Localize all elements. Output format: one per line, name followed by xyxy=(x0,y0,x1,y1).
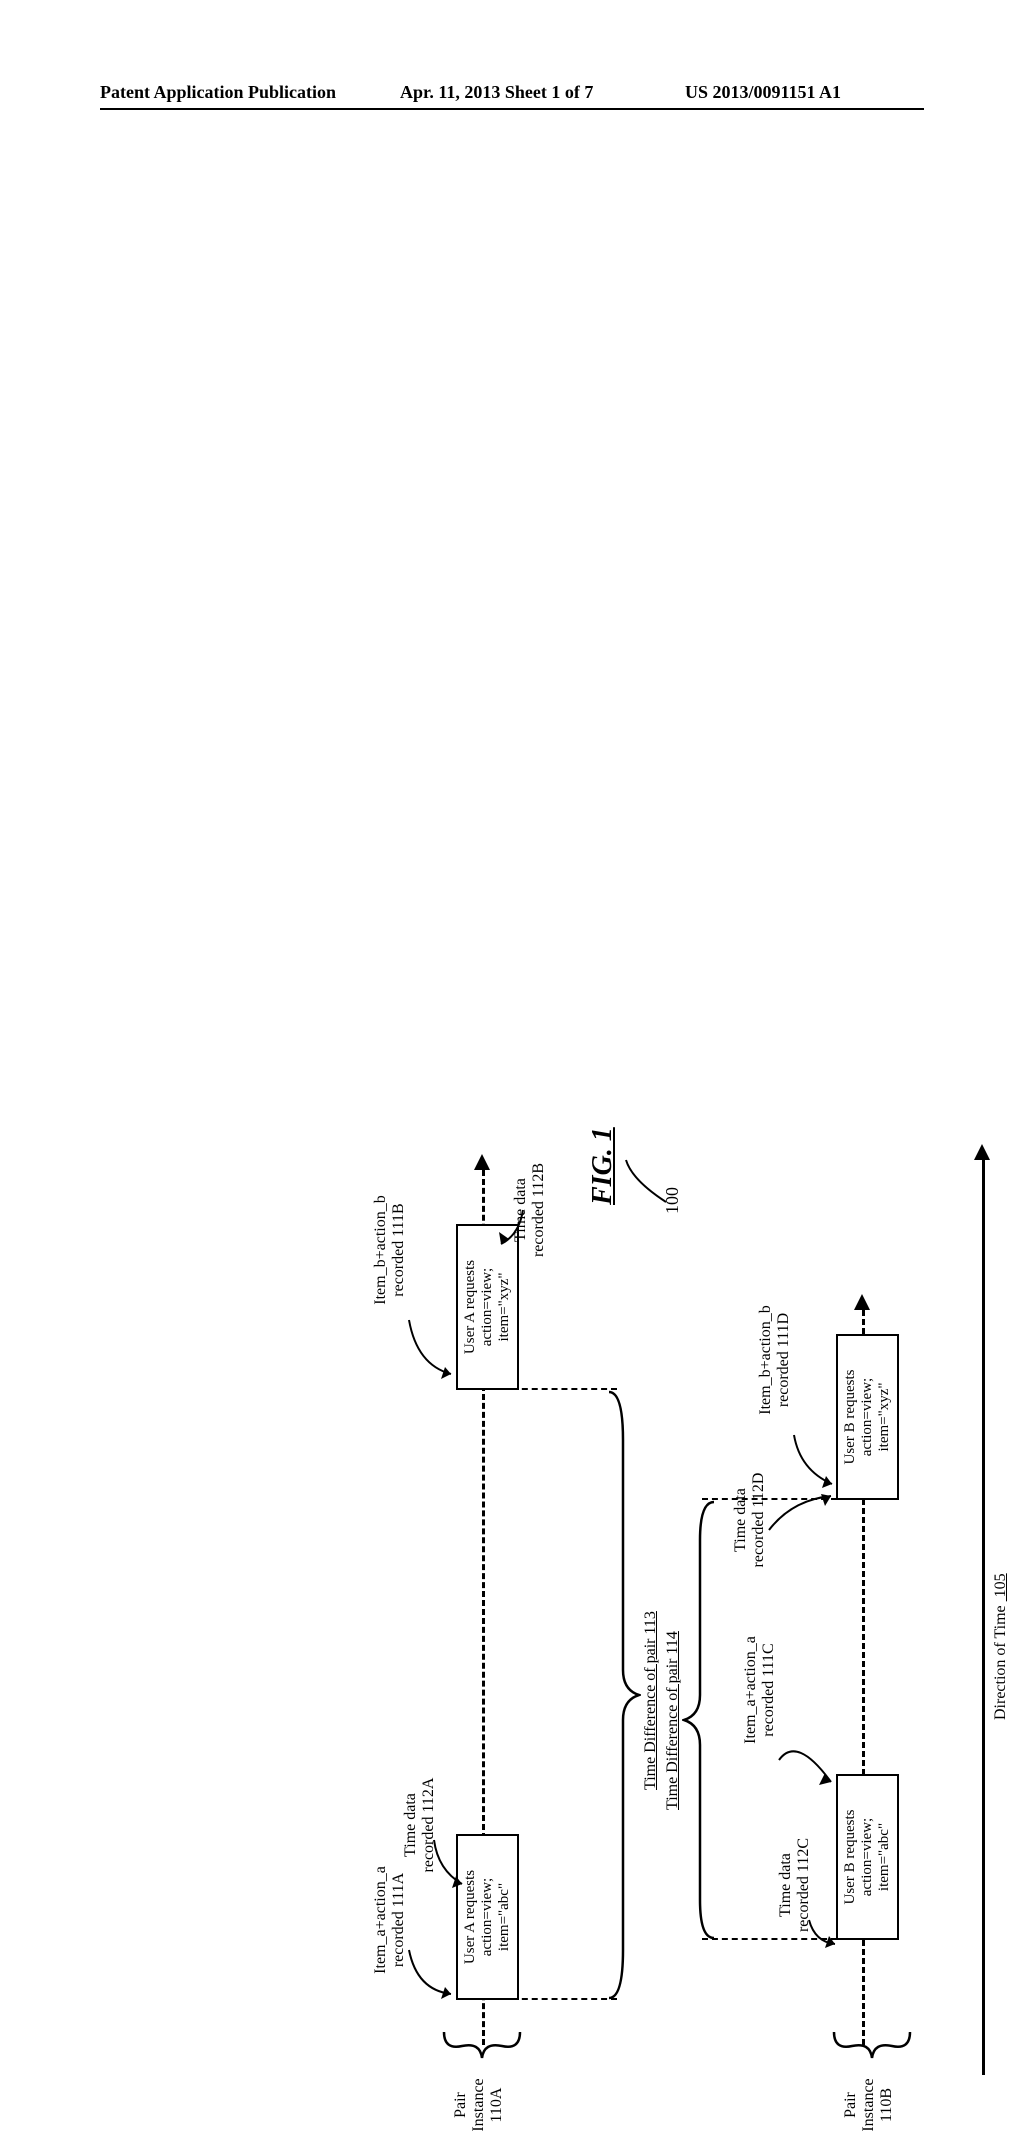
header-right: US 2013/0091151 A1 xyxy=(685,82,841,103)
figure-title: FIG. 1 xyxy=(587,1127,619,1205)
item-label-b-right: Item_b+action_b recorded 111D xyxy=(757,1260,793,1460)
swoop-a-right-item xyxy=(407,1300,457,1380)
swoop-b-left-item xyxy=(777,1730,837,1800)
swoop-a-left-time xyxy=(432,1830,472,1890)
header-rule xyxy=(100,108,924,110)
event-a-right-l1: User A requests xyxy=(462,1232,479,1382)
timeline-a-arrowhead xyxy=(474,1154,490,1170)
timeline-b-arrowhead xyxy=(854,1294,870,1310)
vdrop-b-left xyxy=(702,1938,837,1940)
event-b-left-l2: action=view; item="abc" xyxy=(859,1782,893,1932)
direction-of-time-text: Direction of Time xyxy=(992,1605,1009,1720)
swoop-a-right-time xyxy=(497,1200,527,1250)
event-a-left-l2: action=view; item="abc" xyxy=(479,1842,513,1992)
event-a-right-l2: action=view; item="xyz" xyxy=(479,1232,513,1382)
brace-pair-a xyxy=(442,2030,522,2060)
header-mid: Apr. 11, 2013 Sheet 1 of 7 xyxy=(400,82,593,103)
swoop-a-left-item xyxy=(407,1930,457,2000)
direction-arrow-line xyxy=(982,1160,985,2075)
item-label-b-left: Item_a+action_a recorded 111C xyxy=(742,1590,778,1790)
direction-arrow-head xyxy=(974,1144,990,1160)
item-label-a-right: Item_b+action_b recorded 111B xyxy=(372,1150,408,1350)
pair-b-label: Pair Instance 110B xyxy=(842,2060,896,2150)
page: Patent Application Publication Apr. 11, … xyxy=(0,0,1024,1320)
vdrop-b-right xyxy=(702,1498,837,1500)
vdrop-a-left xyxy=(502,1998,617,2000)
swoop-b-left-time xyxy=(807,1900,842,1950)
event-b-right-l1: User B requests xyxy=(842,1342,859,1492)
event-b-right-l2: action=view; item="xyz" xyxy=(859,1342,893,1492)
swoop-b-right-time xyxy=(767,1480,837,1540)
direction-of-time-label: Direction of Time 105 xyxy=(992,1573,1010,1720)
event-b-left-l1: User B requests xyxy=(842,1782,859,1932)
brace-time-diff-a xyxy=(607,1390,641,2000)
pair-a-label: Pair Instance 110A xyxy=(452,2060,506,2150)
direction-of-time-ref: 105 xyxy=(992,1573,1009,1601)
header-left: Patent Application Publication xyxy=(100,82,336,103)
time-label-b-right: Time data recorded 112D xyxy=(732,1450,768,1590)
brace-time-diff-b xyxy=(682,1500,716,1940)
figure-1: Pair Instance 110A User A requests actio… xyxy=(302,1090,1024,2150)
event-box-b-right: User B requests action=view; item="xyz" xyxy=(836,1334,899,1500)
time-diff-b-label: Time Difference of pair 114 xyxy=(664,1631,682,1810)
event-box-b-left: User B requests action=view; item="abc" xyxy=(836,1774,899,1940)
time-diff-a-label: Time Difference of pair 113 xyxy=(642,1611,660,1790)
figure-rotated-wrap: Pair Instance 110A User A requests actio… xyxy=(672,560,1024,1620)
figure-refnum: 100 xyxy=(662,1187,683,1214)
vdrop-a-right xyxy=(502,1388,617,1390)
brace-pair-b xyxy=(832,2030,912,2060)
